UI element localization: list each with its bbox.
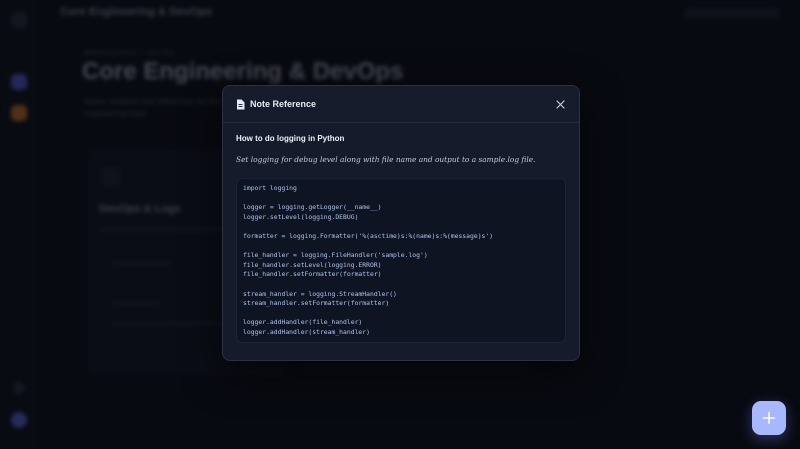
note-description: Set logging for debug level along with f…	[236, 155, 536, 164]
code-line: logger.setLevel(logging.DEBUG)	[243, 212, 359, 221]
close-icon	[555, 99, 565, 109]
code-line: stream_handler.setFormatter(formatter)	[243, 299, 390, 308]
modal-header: Note Reference	[223, 86, 579, 123]
code-line: file_handler = logging.FileHandler('samp…	[243, 251, 428, 260]
code-block[interactable]: import logging logger = logging.getLogge…	[236, 178, 566, 343]
modal-title: Note Reference	[250, 99, 317, 109]
plus-icon	[762, 411, 776, 425]
code-line: logger.addHandler(file_handler)	[243, 318, 363, 327]
add-note-button[interactable]	[752, 401, 786, 435]
note-title: How to do logging in Python	[236, 134, 345, 143]
code-line: stream_handler = logging.StreamHandler()	[243, 289, 397, 298]
code-line: file_handler.setFormatter(formatter)	[243, 270, 382, 279]
note-reference-modal: Note Reference How to do logging in Pyth…	[222, 85, 580, 361]
close-button[interactable]	[553, 97, 567, 111]
modal-body: How to do logging in Python Set logging …	[223, 123, 579, 343]
code-line: logger.addHandler(stream_handler)	[243, 327, 370, 336]
code-line: file_handler.setLevel(logging.ERROR)	[243, 260, 382, 269]
code-line: import logging	[243, 184, 297, 192]
document-icon	[237, 99, 245, 109]
code-line: logger = logging.getLogger(__name__)	[243, 203, 382, 212]
code-line: formatter = logging.Formatter('%(asctime…	[243, 231, 494, 240]
